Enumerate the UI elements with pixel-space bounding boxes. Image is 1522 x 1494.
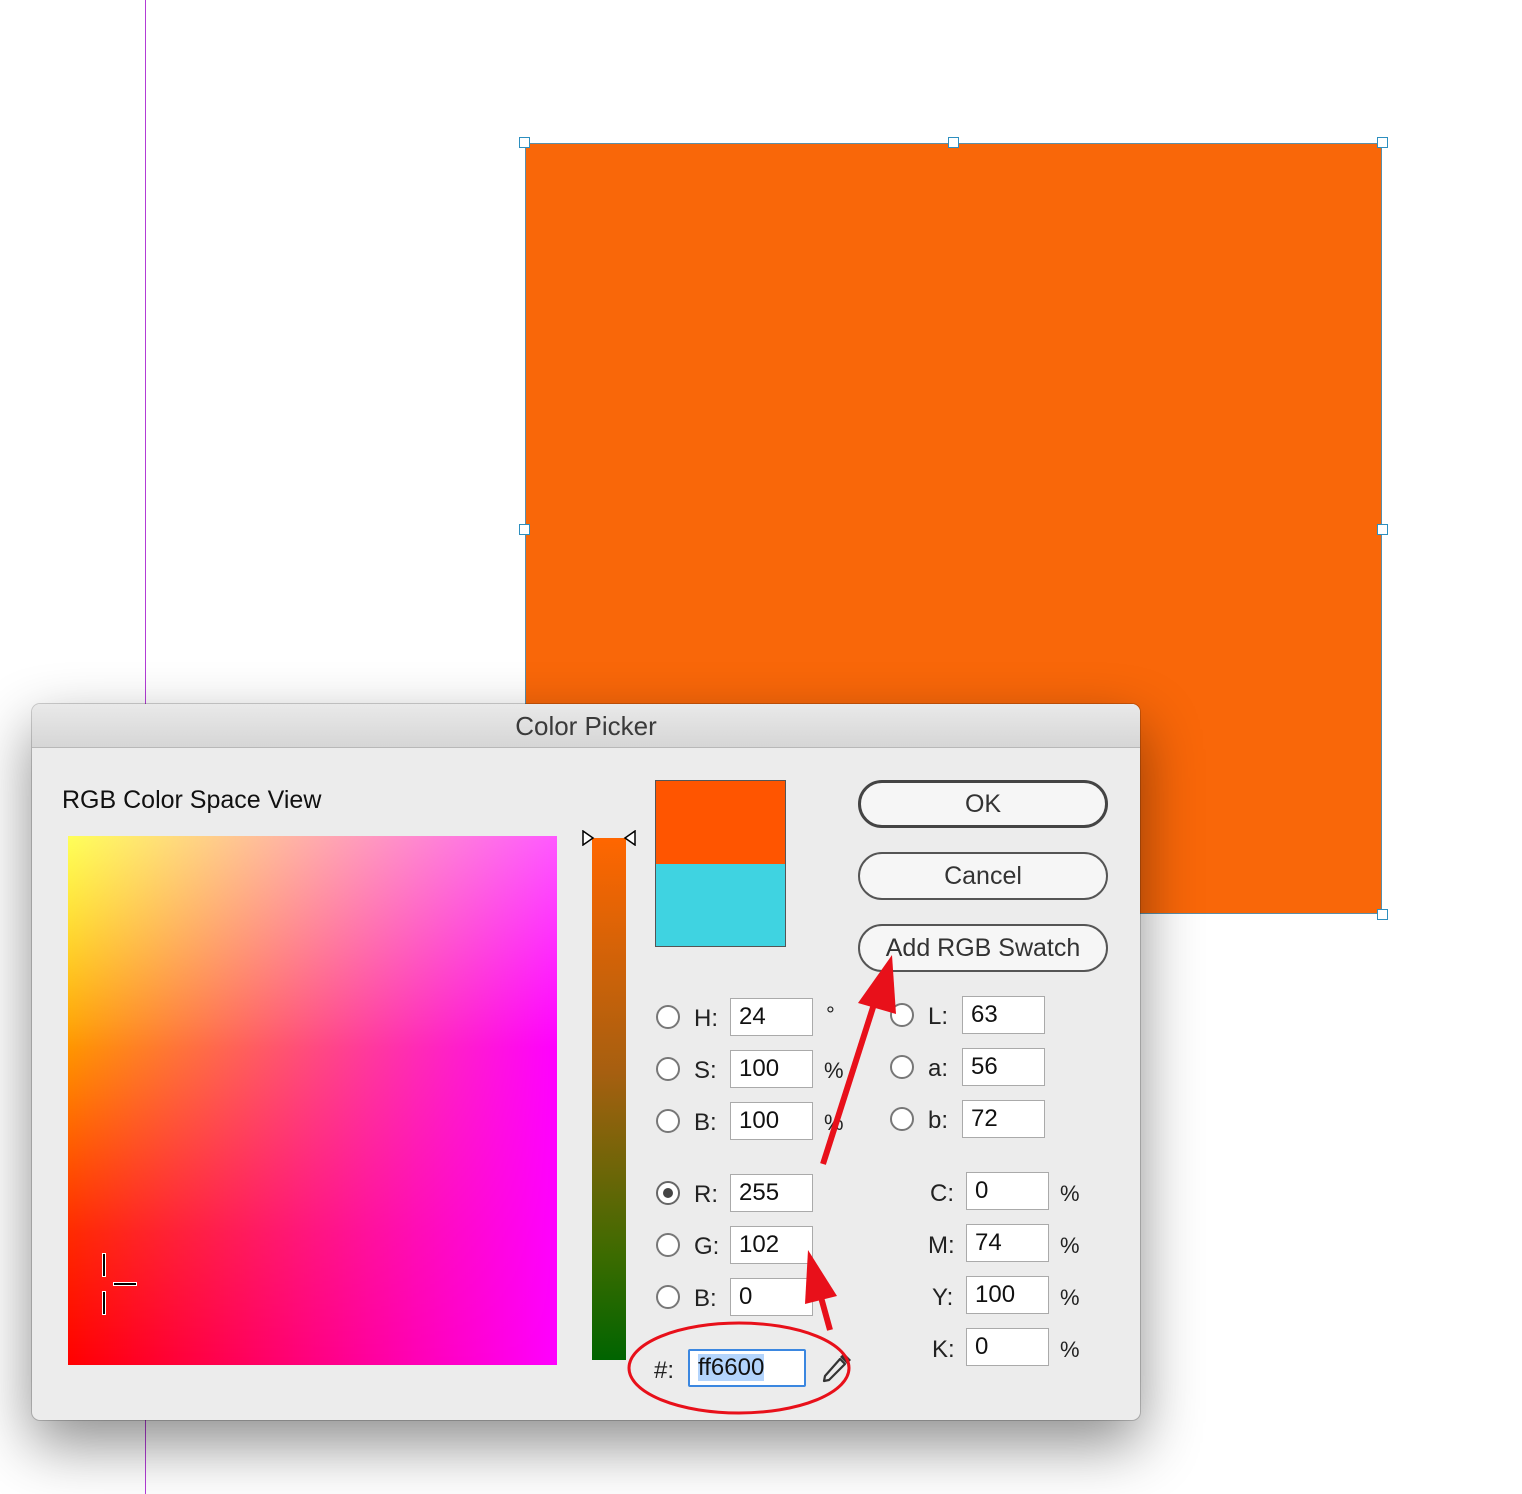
magenta-label: M: (928, 1232, 955, 1259)
brightness-label: B: (694, 1109, 717, 1136)
radio-lab-b[interactable] (890, 1107, 914, 1131)
lab-b-label: b: (928, 1107, 949, 1134)
magenta-unit: % (1060, 1233, 1080, 1258)
hue-input[interactable]: 24 (730, 998, 813, 1036)
yellow-label: Y: (932, 1284, 954, 1311)
color-space-label: RGB Color Space View (62, 786, 322, 814)
original-color-swatch[interactable] (655, 864, 786, 947)
radio-lab-a[interactable] (890, 1055, 914, 1079)
cyan-input[interactable]: 0 (966, 1172, 1049, 1210)
color-field-cursor (103, 1254, 105, 1276)
eyedropper-icon[interactable] (818, 1350, 854, 1386)
saturation-input[interactable]: 100 (730, 1050, 813, 1088)
radio-saturation[interactable] (656, 1057, 680, 1081)
blue-input[interactable]: 0 (730, 1278, 813, 1316)
new-color-swatch (655, 780, 786, 865)
hex-label: #: (654, 1357, 675, 1384)
magenta-input[interactable]: 74 (966, 1224, 1049, 1262)
lab-a-input[interactable]: 56 (962, 1048, 1045, 1086)
radio-green[interactable] (656, 1233, 680, 1257)
selection-handle-top-right[interactable] (1377, 137, 1388, 148)
green-label: G: (694, 1233, 720, 1260)
saturation-unit: % (824, 1058, 844, 1083)
lightness-input[interactable]: 63 (962, 996, 1045, 1034)
color-field-cursor (114, 1283, 136, 1285)
cyan-label: C: (930, 1180, 954, 1207)
lightness-label: L: (928, 1003, 949, 1030)
slider-handle-icon[interactable] (582, 830, 636, 846)
color-field[interactable] (68, 836, 557, 1365)
ok-button[interactable]: OK (858, 780, 1108, 828)
cancel-button[interactable]: Cancel (858, 852, 1108, 900)
selection-handle-middle-left[interactable] (519, 524, 530, 535)
lab-b-input[interactable]: 72 (962, 1100, 1045, 1138)
brightness-input[interactable]: 100 (730, 1102, 813, 1140)
cyan-unit: % (1060, 1181, 1080, 1206)
selection-handle-top-center[interactable] (948, 137, 959, 148)
dialog-title[interactable]: Color Picker (32, 704, 1140, 748)
selection-handle-bottom-right[interactable] (1377, 909, 1388, 920)
green-input[interactable]: 102 (730, 1226, 813, 1264)
red-input[interactable]: 255 (730, 1174, 813, 1212)
color-field-cursor (103, 1292, 105, 1314)
radio-red[interactable] (656, 1181, 680, 1205)
brightness-unit: % (824, 1110, 844, 1135)
hue-label: H: (694, 1005, 718, 1032)
selection-handle-top-left[interactable] (519, 137, 530, 148)
add-rgb-swatch-button[interactable]: Add RGB Swatch (858, 924, 1108, 972)
black-unit: % (1060, 1337, 1080, 1362)
radio-lightness[interactable] (890, 1003, 914, 1027)
red-label: R: (694, 1181, 718, 1208)
blue-label: B: (694, 1285, 717, 1312)
hex-value: ff6600 (698, 1354, 765, 1381)
black-input[interactable]: 0 (966, 1328, 1049, 1366)
hex-input[interactable]: ff6600 (688, 1349, 806, 1387)
color-slider[interactable] (592, 838, 626, 1360)
yellow-unit: % (1060, 1285, 1080, 1310)
black-label: K: (932, 1336, 955, 1363)
saturation-label: S: (694, 1057, 717, 1084)
hue-unit: ° (826, 1002, 835, 1027)
lab-a-label: a: (928, 1055, 949, 1082)
radio-blue[interactable] (656, 1285, 680, 1309)
color-picker-dialog: Color Picker RGB Color Space View OK Can… (32, 704, 1140, 1420)
radio-hue[interactable] (656, 1005, 680, 1029)
selection-handle-middle-right[interactable] (1377, 524, 1388, 535)
radio-brightness[interactable] (656, 1109, 680, 1133)
yellow-input[interactable]: 100 (966, 1276, 1049, 1314)
